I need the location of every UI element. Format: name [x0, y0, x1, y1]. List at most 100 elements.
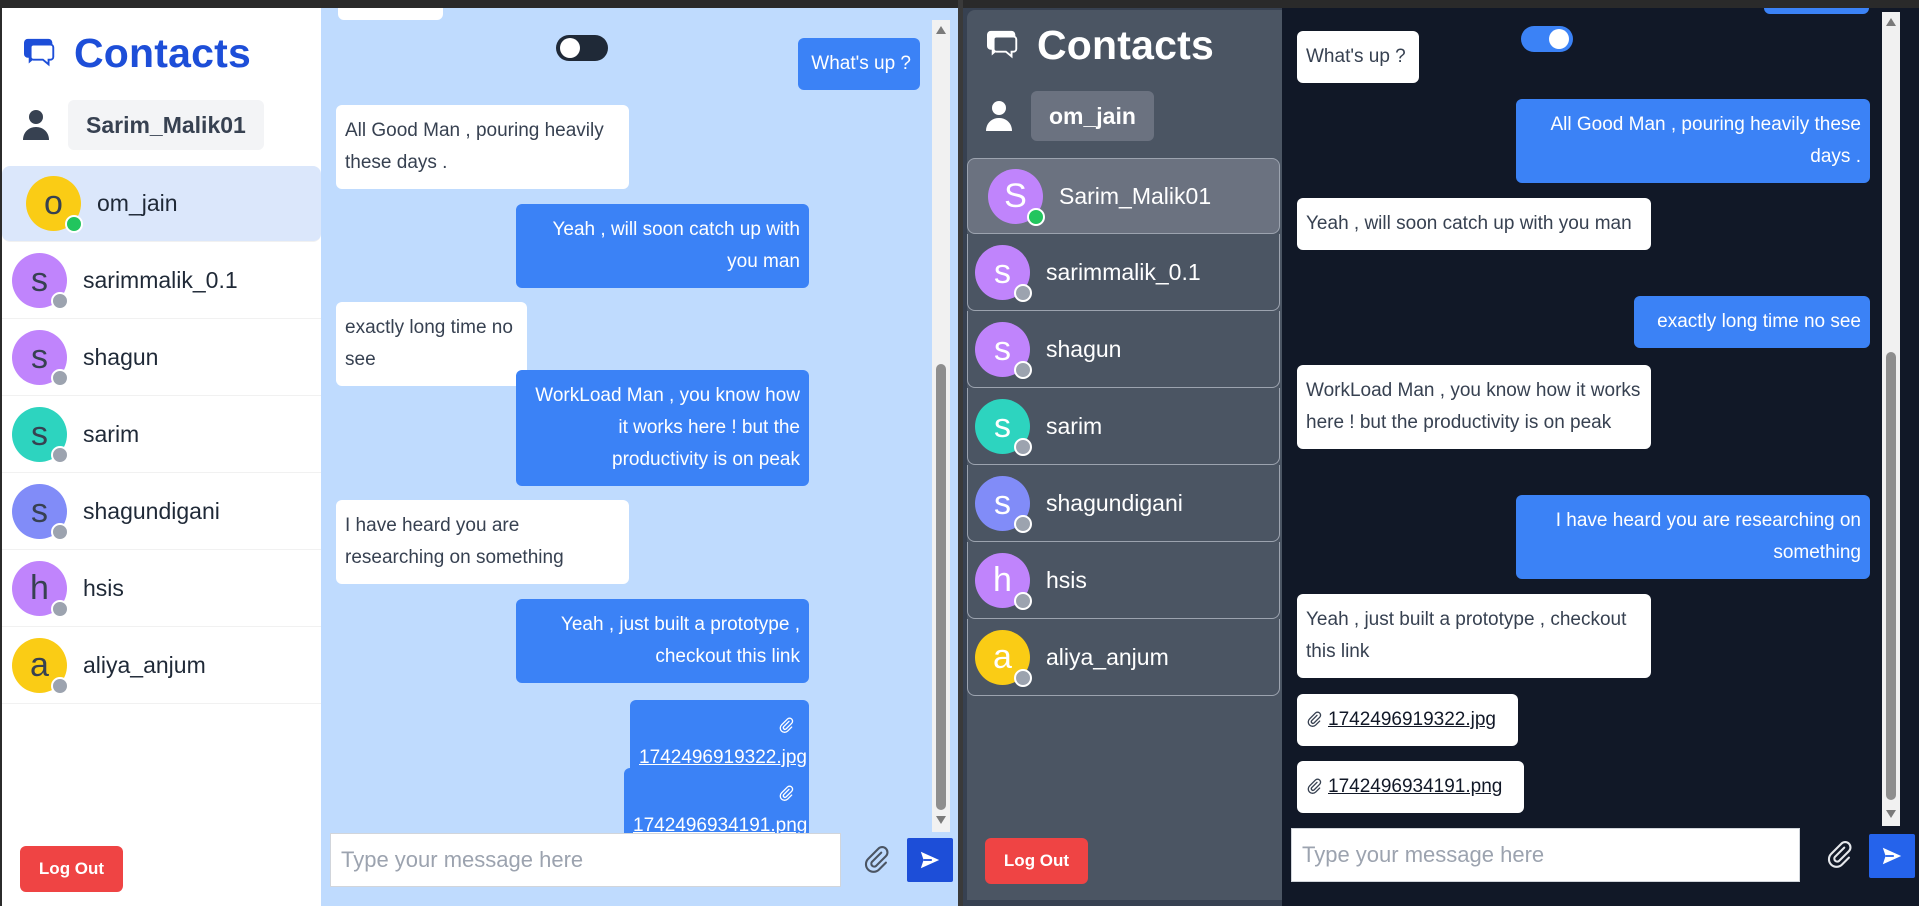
page-title: Contacts — [1037, 22, 1215, 68]
avatar: s — [975, 398, 1032, 456]
avatar-initial: s — [994, 483, 1011, 522]
contact-name: sarim — [1046, 412, 1103, 439]
avatar: S — [988, 168, 1045, 226]
outgoing-message: exactly long time no see — [1634, 296, 1870, 348]
paperclip-icon[interactable] — [1823, 838, 1855, 870]
avatar: s — [975, 321, 1032, 379]
contact-list: S Sarim_Malik01 s sarimmalik_0.1 s shagun s sar… — [964, 158, 1283, 696]
chat-bubbles-icon — [22, 37, 60, 71]
avatar: h — [12, 560, 69, 618]
avatar: h — [975, 552, 1032, 610]
contact-item-aliya-anjum[interactable]: a aliya_anjum — [2, 627, 321, 704]
outgoing-message: I have heard you are researching on some… — [1516, 495, 1870, 579]
contact-item-shagundigani[interactable]: s shagundigani — [967, 465, 1280, 542]
contact-item-om-jain[interactable]: o om_jain — [2, 166, 321, 242]
file-attachment-message[interactable]: 1742496934191.png — [1297, 761, 1524, 813]
incoming-message: I have heard you are researching on some… — [336, 500, 629, 584]
contact-item-sarim-malik01[interactable]: S Sarim_Malik01 — [967, 158, 1280, 234]
outgoing-message: WorkLoad Man , you know how it works her… — [516, 370, 809, 486]
avatar: s — [12, 252, 69, 310]
contact-name: sarimmalik_0.1 — [1046, 258, 1201, 285]
incoming-message: All Good Man , pouring heavily these day… — [336, 105, 629, 189]
contact-item-hsis[interactable]: h hsis — [2, 550, 321, 627]
current-user-badge: om_jain — [1031, 91, 1154, 141]
logout-button[interactable]: Log Out — [20, 846, 123, 892]
message-scrollbar[interactable] — [932, 20, 950, 832]
current-user-row: om_jain — [985, 91, 1154, 141]
contact-item-shagun[interactable]: s shagun — [2, 319, 321, 396]
contact-item-aliya-anjum[interactable]: a aliya_anjum — [967, 619, 1280, 696]
chat-area: What's up ? All Good Man , pouring heavil… — [321, 8, 958, 906]
incoming-message: Yeah , will soon catch up with you man — [1297, 198, 1651, 250]
file-link[interactable]: 1742496919322.jpg — [639, 747, 807, 768]
send-arrow-icon — [1882, 847, 1902, 865]
offline-status-dot — [51, 445, 69, 464]
send-button[interactable] — [1869, 834, 1915, 878]
offline-status-dot — [51, 522, 69, 541]
offline-status-dot — [1014, 591, 1032, 610]
avatar-initial: s — [31, 260, 48, 299]
avatar: a — [12, 637, 69, 695]
file-attachment-message[interactable]: 1742496919322.jpg — [1297, 694, 1518, 746]
incoming-message: exactly long time no see — [336, 302, 527, 386]
contact-list: o om_jain s sarimmalik_0.1 s shagun s sarim s sha… — [2, 166, 321, 704]
brand-header: Contacts — [22, 30, 251, 77]
file-link[interactable]: 1742496934191.png — [1328, 776, 1502, 797]
brand-header: Contacts — [985, 22, 1214, 69]
avatar: a — [975, 629, 1032, 687]
contact-item-sarim[interactable]: s sarim — [2, 396, 321, 473]
dark-chat-app: Contacts om_jain S Sarim_Malik01 s sarimmal… — [963, 8, 1919, 906]
message-scrollbar[interactable] — [1882, 12, 1900, 826]
message-input[interactable] — [330, 833, 841, 887]
offline-status-dot — [51, 368, 69, 387]
user-icon — [22, 109, 50, 141]
contact-item-sarimmalik-0-1[interactable]: s sarimmalik_0.1 — [967, 234, 1280, 311]
contact-item-hsis[interactable]: h hsis — [967, 542, 1280, 619]
contact-item-shagun[interactable]: s shagun — [967, 311, 1280, 388]
file-link[interactable]: 1742496919322.jpg — [1328, 709, 1496, 730]
avatar-initial: h — [993, 560, 1012, 599]
avatar-initial: s — [994, 406, 1011, 445]
contact-name: hsis — [83, 574, 124, 601]
offline-status-dot — [1014, 437, 1032, 456]
online-status-dot — [65, 215, 83, 233]
avatar-initial: s — [31, 491, 48, 530]
avatar-initial: a — [993, 637, 1012, 676]
contact-item-sarimmalik-0-1[interactable]: s sarimmalik_0.1 — [2, 242, 321, 319]
contact-name: sarimmalik_0.1 — [83, 266, 238, 293]
contact-name: shagun — [1046, 335, 1122, 362]
paperclip-icon — [778, 783, 800, 804]
avatar-initial: o — [44, 184, 63, 222]
paperclip-icon[interactable] — [860, 843, 892, 875]
avatar-initial: s — [994, 329, 1011, 368]
avatar: s — [12, 406, 69, 464]
avatar-initial: a — [30, 645, 49, 684]
avatar: o — [26, 176, 83, 233]
offline-status-dot — [51, 291, 69, 310]
chat-bubbles-icon — [985, 29, 1023, 63]
contact-name: hsis — [1046, 566, 1087, 593]
contact-name: Sarim_Malik01 — [1059, 182, 1212, 209]
paperclip-icon — [1306, 709, 1328, 730]
contact-name: aliya_anjum — [83, 651, 206, 678]
user-icon — [985, 100, 1013, 132]
avatar: s — [12, 483, 69, 541]
logout-button[interactable]: Log Out — [985, 838, 1088, 884]
page-title: Contacts — [74, 30, 252, 76]
offline-status-dot — [1014, 360, 1032, 379]
offline-status-dot — [1014, 668, 1032, 687]
contact-item-sarim[interactable]: s sarim — [967, 388, 1280, 465]
outgoing-message: All Good Man , pouring heavily these day… — [1516, 99, 1870, 183]
incoming-message: What's up ? — [1297, 31, 1419, 83]
send-button[interactable] — [907, 838, 953, 882]
contacts-sidebar: Contacts Sarim_Malik01 o om_jains sarimmal… — [2, 8, 321, 906]
current-user-badge: Sarim_Malik01 — [68, 100, 264, 150]
contact-name: shagun — [83, 343, 159, 370]
outgoing-message: Yeah , just built a prototype , checkout… — [516, 599, 809, 683]
contact-item-shagundigani[interactable]: s shagundigani — [2, 473, 321, 550]
contact-name: aliya_anjum — [1046, 643, 1169, 670]
incoming-message: Yeah , just built a prototype , checkout… — [1297, 594, 1651, 678]
outgoing-message: What's up ? — [798, 38, 920, 90]
paperclip-icon — [1306, 776, 1328, 797]
message-input[interactable] — [1291, 828, 1800, 882]
